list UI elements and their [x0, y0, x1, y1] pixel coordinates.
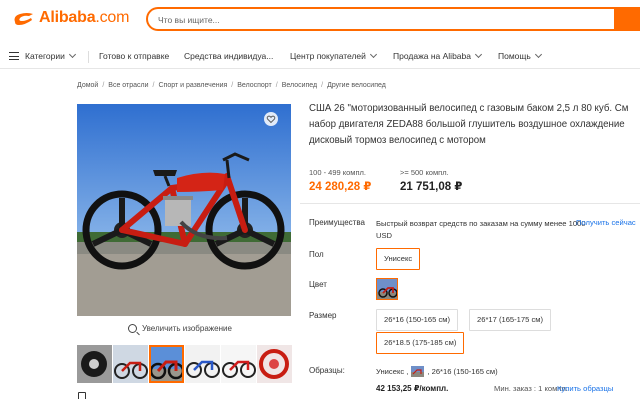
- tier-quantity: 100 - 499 компл.: [309, 168, 366, 177]
- nav-categories[interactable]: Категории: [9, 50, 76, 61]
- breadcrumb-item[interactable]: Велосипед: [282, 82, 317, 89]
- tier-price: 24 280,28 ₽: [309, 181, 372, 193]
- breadcrumb-item[interactable]: Велоспорт: [237, 82, 272, 89]
- favorite-heart-icon[interactable]: [264, 112, 278, 126]
- chevron-down-icon: [474, 50, 483, 59]
- samples-label: Образцы:: [309, 366, 345, 375]
- thumbnail[interactable]: [221, 345, 256, 383]
- zoom-label: Увеличить изображение: [142, 324, 232, 333]
- get-now-link[interactable]: Получить сейчас: [576, 218, 636, 227]
- category-nav: Категории Готово к отправке Средства инд…: [0, 45, 640, 69]
- alibaba-logo-icon: [14, 13, 33, 25]
- breadcrumb-item[interactable]: Домой: [77, 82, 98, 89]
- size-option[interactable]: 26*16 (150-165 см): [376, 309, 459, 331]
- gender-option-unisex[interactable]: Унисекс: [376, 248, 421, 270]
- advantages-label: Преимущества: [309, 218, 365, 227]
- buy-samples-link[interactable]: Купить образцы: [557, 384, 613, 393]
- product-main-image[interactable]: [77, 104, 291, 316]
- color-label: Цвет: [309, 280, 327, 289]
- nav-ppe[interactable]: Средства индивидуа...: [184, 51, 273, 61]
- price-tiers: 100 - 499 компл. 24 280,28 ₽ >= 500 комп…: [300, 164, 640, 204]
- thumbnail[interactable]: [257, 345, 292, 383]
- nav-help[interactable]: Помощь: [498, 50, 542, 61]
- thumbnail[interactable]: [185, 345, 220, 383]
- breadcrumb: Домой / Все отрасли / Спорт и развлечения /…: [77, 82, 386, 89]
- search-input[interactable]: [158, 12, 598, 28]
- size-option-selected[interactable]: 26*18.5 (175-185 см): [376, 332, 465, 354]
- nav-sell-on-alibaba[interactable]: Продажа на Alibaba: [393, 50, 483, 61]
- chevron-down-icon: [68, 50, 76, 59]
- sample-price: 42 153,25 ₽/компл.: [376, 384, 449, 393]
- nav-ready-to-ship[interactable]: Готово к отправке: [99, 51, 169, 61]
- thumbnail[interactable]: [113, 345, 148, 383]
- menu-icon: [9, 52, 19, 61]
- thumbnail[interactable]: [77, 345, 112, 383]
- search-button[interactable]: [614, 7, 640, 31]
- tier-quantity: >= 500 компл.: [400, 168, 449, 177]
- header: Alibaba.com: [0, 0, 640, 38]
- compare-checkbox[interactable]: [78, 392, 86, 399]
- samples-summary: Унисекс , , 26*16 (150-165 см): [376, 366, 498, 377]
- search-bar: [146, 7, 640, 31]
- motorized-bicycle-photo: [77, 104, 291, 316]
- nav-divider: [88, 51, 89, 63]
- size-label: Размер: [309, 311, 337, 320]
- gender-label: Пол: [309, 250, 324, 259]
- price-tier: 100 - 499 компл. 24 280,28 ₽: [309, 168, 371, 193]
- chevron-down-icon: [534, 50, 542, 59]
- thumbnail-strip: [77, 345, 293, 383]
- product-title: США 26 "моторизованный велосипед с газов…: [309, 103, 629, 146]
- size-option[interactable]: 26*17 (165-175 см): [469, 309, 552, 331]
- nav-buyer-center[interactable]: Центр покупателей: [290, 50, 377, 61]
- chevron-down-icon: [369, 50, 377, 59]
- nav-categories-label: Категории: [25, 51, 65, 61]
- tier-price: 21 751,08 ₽: [400, 181, 463, 193]
- alibaba-logo[interactable]: Alibaba.com: [11, 8, 129, 28]
- samples-size: , 26*16 (150-165 см): [427, 367, 498, 376]
- zoom-image-link[interactable]: Увеличить изображение: [128, 324, 232, 333]
- breadcrumb-item[interactable]: Все отрасли: [108, 82, 148, 89]
- magnifier-icon: [128, 324, 137, 333]
- advantages-text: Быстрый возврат средств по заказам на су…: [376, 219, 586, 240]
- price-tier: >= 500 компл. 21 751,08 ₽: [400, 168, 462, 193]
- sample-color-thumb: [411, 366, 425, 377]
- color-swatch[interactable]: [376, 278, 398, 300]
- samples-gender: Унисекс ,: [376, 367, 409, 376]
- breadcrumb-item[interactable]: Другие велосипед: [327, 82, 386, 89]
- thumbnail-selected[interactable]: [149, 345, 184, 383]
- breadcrumb-item[interactable]: Спорт и развлечения: [158, 82, 227, 89]
